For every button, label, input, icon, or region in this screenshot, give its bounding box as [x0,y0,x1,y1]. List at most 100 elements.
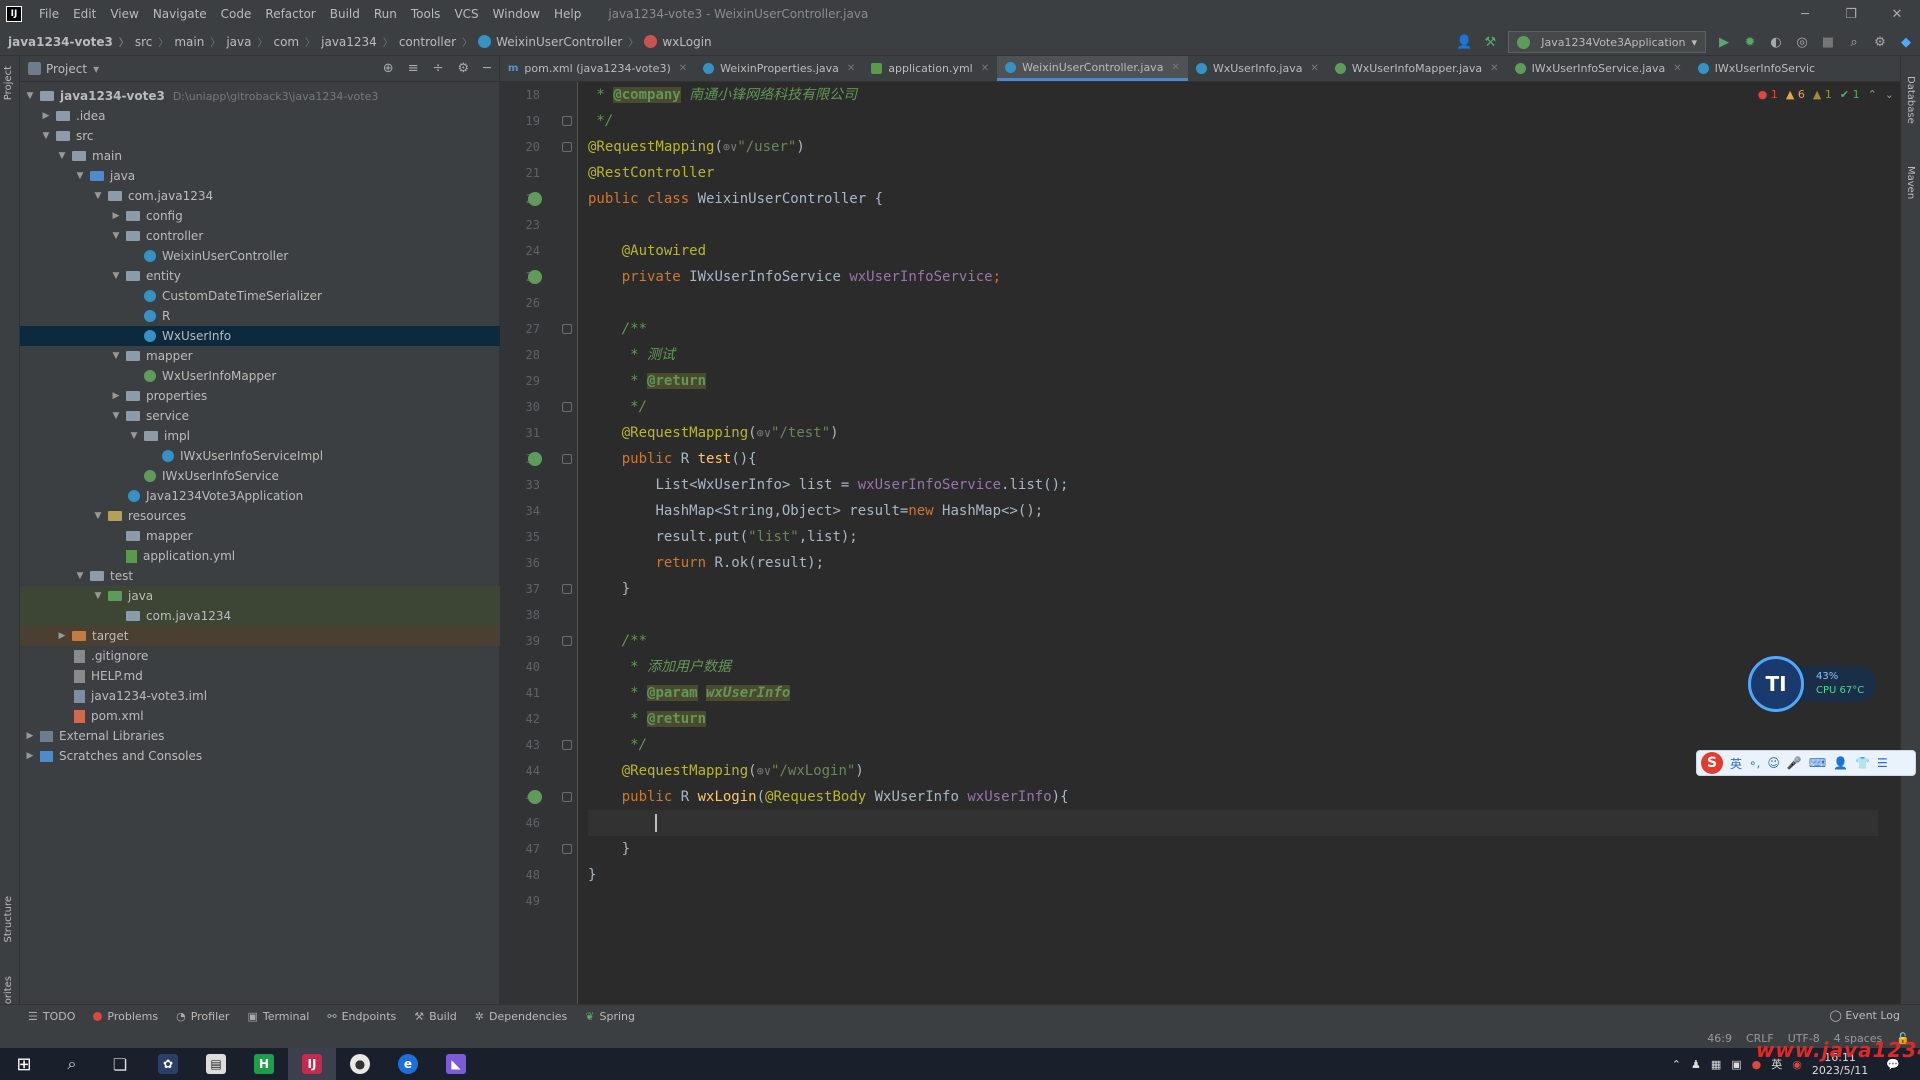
menu-window[interactable]: Window [486,7,547,21]
fold-marker-icon[interactable] [562,142,572,152]
task-view-icon[interactable]: ❏ [96,1048,144,1080]
breadcrumb-method[interactable]: wxLogin [644,35,712,49]
close-tab-icon[interactable]: ✕ [981,63,989,74]
minimize-icon[interactable]: ─ [1782,0,1828,28]
tray-icon[interactable]: ♟ [1691,1058,1701,1071]
ime-user-icon[interactable]: 👤 [1833,756,1848,770]
tree-node[interactable]: ▼ resources [20,506,500,526]
ime-menu-icon[interactable]: ☰ [1877,756,1888,770]
maven-tool-tab[interactable]: Maven [1905,166,1916,199]
tree-node[interactable]: ▶ .idea [20,106,500,126]
tree-node[interactable]: pom.xml [20,706,500,726]
code-view[interactable]: * @company 南通小锋网络科技有限公司 */ @RequestMappi… [588,82,1878,1004]
stop-icon[interactable]: ■ [1820,34,1836,50]
close-tab-icon[interactable]: ✕ [1673,63,1681,74]
close-tab-icon[interactable]: ✕ [1490,63,1498,74]
fold-marker-icon[interactable] [562,584,572,594]
tree-node[interactable]: ▼ java1234-vote3 D:\uniapp\gitroback3\java… [20,86,500,106]
tree-node[interactable]: ▶ Scratches and Consoles [20,746,500,766]
tree-node[interactable]: WxUserInfoMapper [20,366,500,386]
hbuilder-icon[interactable]: H [240,1048,288,1080]
tray-icon[interactable]: ▦ [1711,1058,1721,1071]
breadcrumb-java[interactable]: java 〉 [226,34,273,50]
ime-skin-icon[interactable]: 👕 [1855,756,1870,770]
tree-node[interactable]: mapper [20,526,500,546]
system-monitor-widget[interactable]: 43% CPU 67°C TI [1748,656,1878,712]
fold-marker-icon[interactable] [562,844,572,854]
menu-edit[interactable]: Edit [66,7,103,21]
tree-node[interactable]: HELP.md [20,666,500,686]
wechat-icon[interactable]: ● [336,1048,384,1080]
file-explorer-icon[interactable]: ▤ [192,1048,240,1080]
tab-iwx-user-info-service-impl[interactable]: IWxUserInfoServic [1690,56,1823,81]
tree-node[interactable]: ▼ test [20,566,500,586]
ime-lang-icon[interactable]: 英 [1730,755,1742,772]
event-log-button[interactable]: ◯ Event Log [1830,1009,1900,1022]
windows-start-icon[interactable]: ⊞ [0,1048,48,1080]
tree-node[interactable]: ▼ entity [20,266,500,286]
tab-iwx-user-info-service[interactable]: IWxUserInfoService.java ✕ [1507,56,1690,81]
menu-build[interactable]: Build [323,7,367,21]
todo-tool-button[interactable]: ☰ TODO [28,1010,75,1023]
tree-node[interactable]: IWxUserInfoServiceImpl [20,446,500,466]
tree-node[interactable]: ▼ service [20,406,500,426]
tab-pom-xml[interactable]: m pom.xml (java1234-vote3) ✕ [500,56,695,81]
expand-all-icon[interactable]: ≡ [408,61,419,76]
tree-node[interactable]: IWxUserInfoService [20,466,500,486]
tree-node[interactable]: ▼ controller [20,226,500,246]
structure-tool-tab[interactable]: Structure [3,896,14,943]
tree-node[interactable]: java1234-vote3.iml [20,686,500,706]
menu-run[interactable]: Run [367,7,404,21]
gear-icon[interactable]: ⚙ [458,61,470,76]
menu-refactor[interactable]: Refactor [258,7,322,21]
spring-bean-icon[interactable] [528,790,542,804]
fold-marker-icon[interactable] [562,402,572,412]
tree-node-selected[interactable]: WxUserInfo [20,326,500,346]
fold-marker-icon[interactable] [562,792,572,802]
vs-icon[interactable]: ◣ [432,1048,480,1080]
menu-vcs[interactable]: VCS [447,7,485,21]
input-method-toolbar[interactable]: S 英 ∘, ☺ 🎤 ⌨ 👤 👕 ☰ [1696,750,1916,776]
locate-icon[interactable]: ⊕ [383,61,394,76]
build-tool-button[interactable]: ⚒ Build [414,1010,457,1023]
search-icon[interactable]: ⌕ [48,1048,96,1080]
chevron-down-icon[interactable]: ⌄ [1885,88,1894,101]
gear-icon[interactable]: ⚙ [1872,34,1888,50]
maximize-icon[interactable]: ❐ [1828,0,1874,28]
close-tab-icon[interactable]: ✕ [1310,63,1318,74]
ime-keyboard-icon[interactable]: ⌨ [1809,756,1826,770]
fold-marker-icon[interactable] [562,324,572,334]
menu-code[interactable]: Code [214,7,259,21]
breadcrumb-com[interactable]: com 〉 [273,34,321,50]
ime-emoji-icon[interactable]: ☺ [1767,756,1780,770]
chevron-up-icon[interactable]: ⌃ [1868,88,1877,101]
tree-node[interactable]: ▼ impl [20,426,500,446]
run-config-select[interactable]: Java1234Vote3Application ▾ [1508,31,1706,53]
fold-marker-icon[interactable] [562,740,572,750]
project-panel-title[interactable]: Project [46,62,87,76]
chevron-up-icon[interactable]: ⌃ [1672,1058,1681,1071]
breadcrumb-src[interactable]: src 〉 [135,34,175,50]
tree-node[interactable]: ▼ java [20,166,500,186]
tree-node[interactable]: ▶ properties [20,386,500,406]
tree-node[interactable]: ▶ target [20,626,500,646]
close-tab-icon[interactable]: ✕ [679,63,687,74]
tree-node[interactable]: application.yml [20,546,500,566]
menu-view[interactable]: View [103,7,145,21]
tree-node[interactable]: ▼ src [20,126,500,146]
spring-bean-icon[interactable] [528,452,542,466]
fold-marker-icon[interactable] [562,116,572,126]
tree-node[interactable]: ▼ com.java1234 [20,186,500,206]
tree-node[interactable]: ▼ main [20,146,500,166]
breadcrumb-controller[interactable]: controller 〉 [399,34,478,50]
tree-node[interactable]: WeixinUserController [20,246,500,266]
search-icon[interactable]: ⌕ [1846,34,1862,50]
tree-node[interactable]: CustomDateTimeSerializer [20,286,500,306]
inspection-widget[interactable]: ● 1 ▲ 6 ▲ 1 ✔ 1 ⌃ ⌄ [1758,88,1894,101]
hide-icon[interactable]: ─ [483,61,491,76]
breadcrumb-java1234[interactable]: java1234 〉 [321,34,399,50]
tab-wx-user-info[interactable]: WxUserInfo.java ✕ [1188,56,1327,81]
profiler-tool-button[interactable]: ◔ Profiler [176,1010,229,1023]
menu-navigate[interactable]: Navigate [146,7,214,21]
tree-node[interactable]: ▶ External Libraries [20,726,500,746]
